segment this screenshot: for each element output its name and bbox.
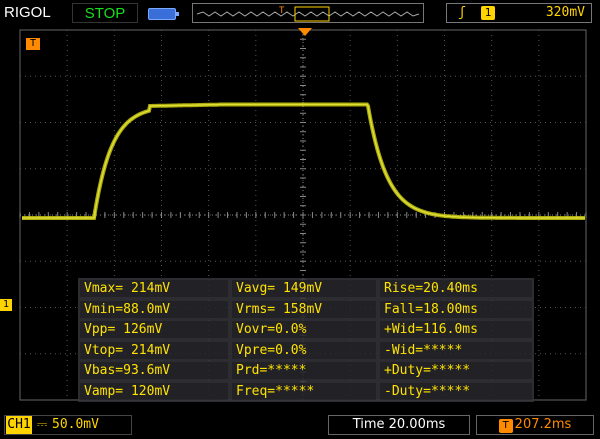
measurement-cell: Rise=20.40ms — [380, 280, 532, 297]
volts-per-div: 50.0mV — [52, 417, 99, 432]
channel1-scale[interactable]: CH1 ⎓ 50.0mV — [4, 415, 132, 435]
measurement-cell: Fall=18.00ms — [380, 300, 532, 318]
channel1-trace-line — [22, 103, 585, 219]
measurement-cell: Vamp= 120mV — [80, 382, 228, 400]
trigger-position-marker[interactable]: T — [26, 38, 40, 50]
trigger-top-arrow-icon[interactable] — [298, 28, 312, 36]
bottom-status-bar: CH1 ⎓ 50.0mV Time 20.00ms T 207.2ms — [0, 410, 600, 439]
trigger-icon: T — [498, 419, 513, 433]
brand-logo: RIGOL — [4, 4, 51, 21]
measurement-cell: Vmax= 214mV — [80, 280, 228, 297]
measurement-cell: Freq=***** — [232, 382, 376, 400]
trigger-source-badge: 1 — [481, 6, 495, 20]
measurement-cell: +Wid=116.0ms — [380, 321, 532, 338]
measurement-cell: Vovr=0.0% — [232, 321, 376, 338]
trigger-delay[interactable]: T 207.2ms — [476, 415, 594, 435]
measurement-cell: +Duty=***** — [380, 362, 532, 379]
overview-trigger-marker: T — [279, 6, 285, 16]
measurement-cell: Vtop= 214mV — [80, 341, 228, 359]
measurement-cell: -Duty=***** — [380, 382, 532, 400]
memory-overview[interactable]: T — [192, 3, 424, 23]
measurement-cell: Vbas=93.6mV — [80, 362, 228, 379]
overview-wave: T — [196, 6, 420, 22]
measurement-cell: Vmin=88.0mV — [80, 300, 228, 318]
timebase[interactable]: Time 20.00ms — [328, 415, 470, 435]
measurement-cell: Vpp= 126mV — [80, 321, 228, 338]
measurement-cell: -Wid=***** — [380, 341, 532, 359]
channel1-offset-marker[interactable]: 1 — [0, 299, 12, 311]
channel1-badge: CH1 — [6, 416, 32, 434]
measurement-cell: Vrms= 158mV — [232, 300, 376, 318]
run-stop-status[interactable]: STOP — [72, 3, 138, 23]
trigger-panel[interactable]: ʃ 1 320mV — [446, 3, 592, 23]
top-status-bar: RIGOL STOP T ʃ 1 320mV — [0, 0, 600, 28]
measurement-cell: Vavg= 149mV — [232, 280, 376, 297]
trigger-delay-value: 207.2ms — [514, 417, 572, 432]
battery-icon — [148, 8, 179, 20]
trigger-level: 320mV — [545, 5, 585, 20]
measurement-cell: Prd=***** — [232, 362, 376, 379]
rising-edge-icon: ʃ — [458, 5, 466, 20]
dc-coupling-icon: ⎓ — [36, 417, 48, 432]
measurement-panel: Vmax= 214mV Vavg= 149mV Rise=20.40ms Vmin=8… — [78, 278, 534, 402]
measurement-cell: Vpre=0.0% — [232, 341, 376, 359]
